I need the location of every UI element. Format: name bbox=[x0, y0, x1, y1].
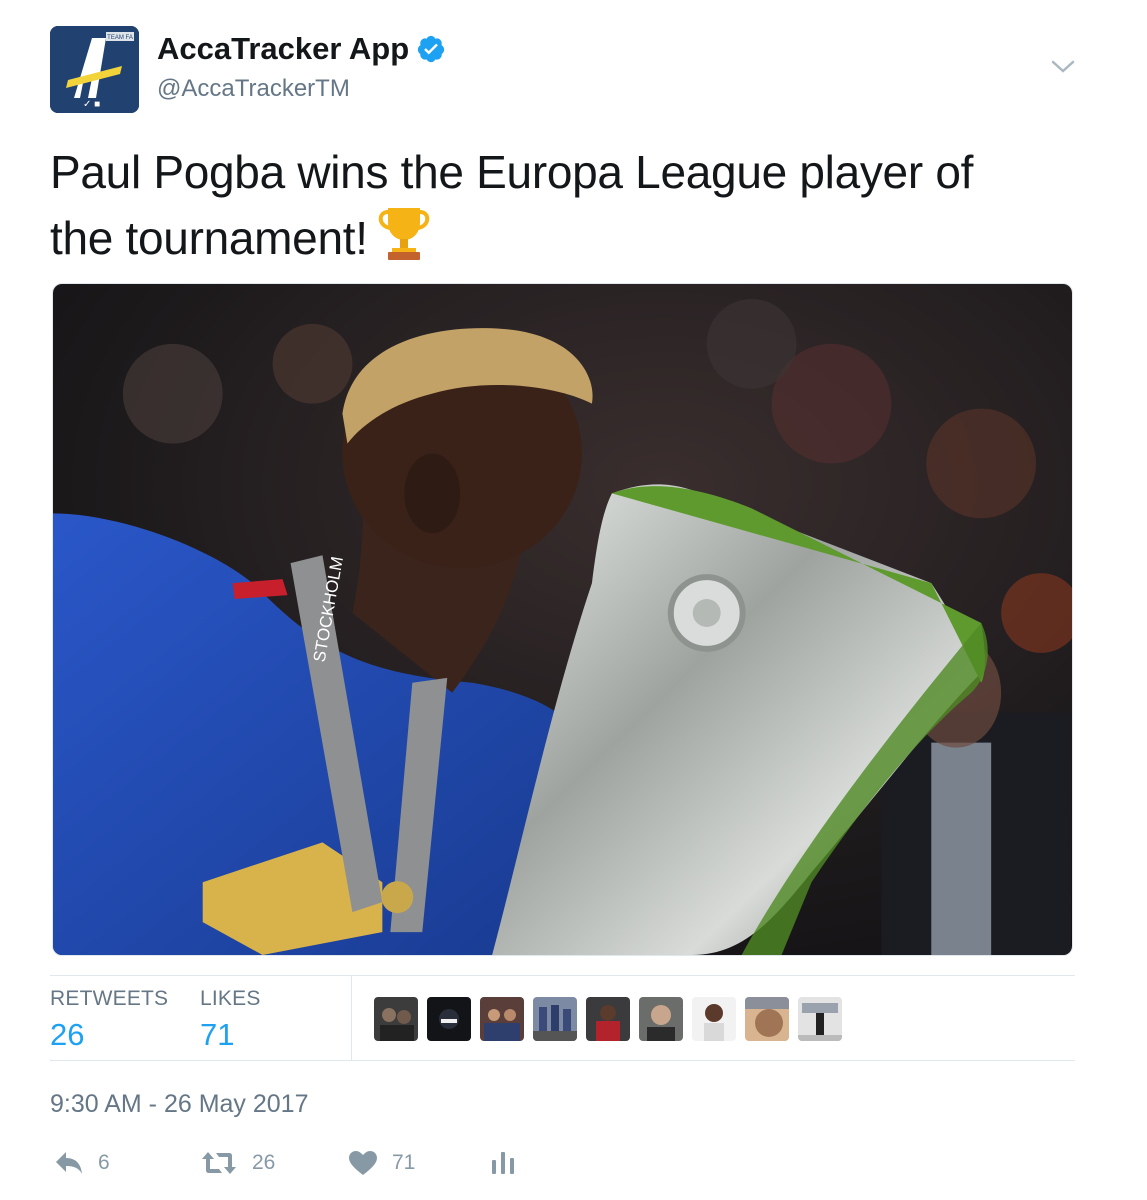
retweets-stat[interactable]: RETWEETS 26 bbox=[50, 986, 168, 1055]
tweet-text: Paul Pogba wins the Europa League player… bbox=[50, 140, 1050, 270]
stats-divider-top bbox=[50, 975, 1075, 976]
liker-avatars bbox=[374, 997, 842, 1041]
tweet-photo[interactable]: STOCKHOLM bbox=[52, 283, 1073, 956]
likes-stat[interactable]: LIKES 71 bbox=[200, 986, 261, 1055]
liker-avatar[interactable] bbox=[586, 997, 630, 1041]
svg-text:✓ ■: ✓ ■ bbox=[83, 99, 100, 110]
reply-button[interactable]: 6 bbox=[54, 1145, 110, 1181]
trophy-icon bbox=[374, 204, 434, 262]
avatar-badge-text: TEAM FA bbox=[107, 35, 133, 41]
stats-divider-vertical bbox=[351, 976, 352, 1060]
liker-avatar[interactable] bbox=[374, 997, 418, 1041]
account-handle[interactable]: @AccaTrackerTM bbox=[157, 74, 350, 104]
reply-count: 6 bbox=[98, 1151, 110, 1174]
tweet-text-line2: the tournament! bbox=[50, 212, 368, 264]
analytics-icon bbox=[492, 1152, 514, 1174]
like-count: 71 bbox=[392, 1151, 416, 1174]
liker-avatar[interactable] bbox=[639, 997, 683, 1041]
retweet-icon bbox=[202, 1152, 236, 1174]
retweets-label: RETWEETS bbox=[50, 987, 169, 1010]
reply-icon bbox=[56, 1152, 82, 1174]
photo-image: STOCKHOLM bbox=[53, 284, 1072, 955]
account-name[interactable]: AccaTracker App bbox=[157, 30, 446, 68]
stats-divider-bottom bbox=[50, 1060, 1075, 1061]
likes-count: 71 bbox=[200, 1017, 235, 1052]
likes-label: LIKES bbox=[200, 987, 261, 1010]
liker-avatar[interactable] bbox=[745, 997, 789, 1041]
account-avatar[interactable]: TEAM FA ✓ ■ bbox=[50, 26, 139, 113]
tweet-timestamp[interactable]: 9:30 AM - 26 May 2017 bbox=[50, 1088, 308, 1120]
liker-avatar[interactable] bbox=[480, 997, 524, 1041]
tweet-text-line1: Paul Pogba wins the Europa League player… bbox=[50, 146, 974, 198]
tweet-text-line2-wrap: the tournament! bbox=[50, 204, 1050, 270]
like-button[interactable]: 71 bbox=[348, 1145, 415, 1181]
account-name-text: AccaTracker App bbox=[157, 31, 410, 66]
analytics-button[interactable] bbox=[490, 1145, 516, 1181]
liker-avatar[interactable] bbox=[427, 997, 471, 1041]
chevron-down-icon[interactable] bbox=[1051, 57, 1075, 77]
retweets-count: 26 bbox=[50, 1017, 85, 1052]
liker-avatar[interactable] bbox=[798, 997, 842, 1041]
retweet-button[interactable]: 26 bbox=[200, 1145, 275, 1181]
retweet-count: 26 bbox=[252, 1151, 276, 1174]
liker-avatar[interactable] bbox=[692, 997, 736, 1041]
accatracker-logo: TEAM FA ✓ ■ bbox=[50, 26, 139, 113]
verified-badge-icon bbox=[416, 34, 446, 64]
liker-avatar[interactable] bbox=[533, 997, 577, 1041]
heart-icon bbox=[349, 1151, 377, 1175]
